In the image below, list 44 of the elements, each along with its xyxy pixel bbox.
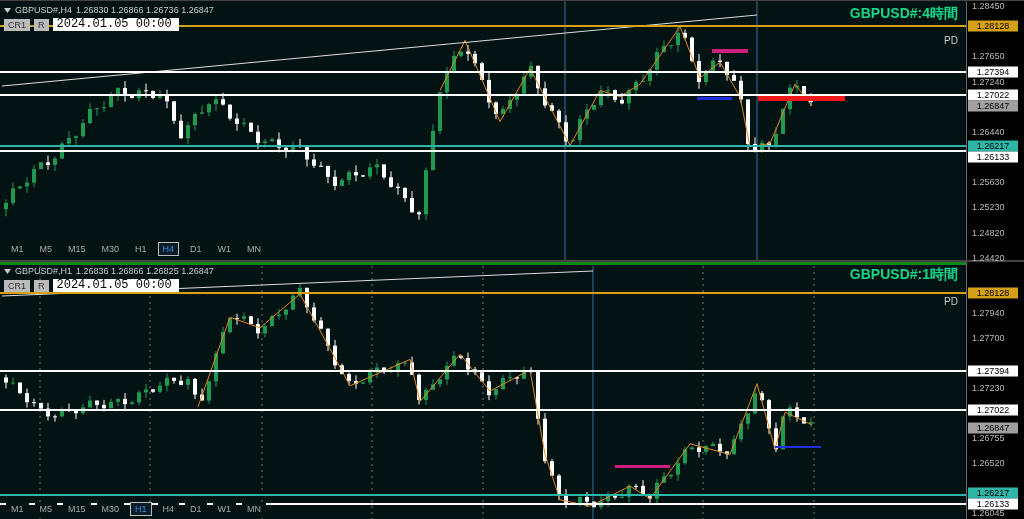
symbol-label: GBPUSD#,H1 — [15, 266, 73, 276]
timeframe-button[interactable]: M5 — [34, 502, 58, 516]
price-tag: 1.28128 — [968, 20, 1018, 32]
price-tick: 1.25630 — [972, 177, 1005, 188]
price-tag: 1.26133 — [968, 498, 1018, 510]
tool-button[interactable]: CR1 — [4, 18, 30, 31]
ohlc-values: 1.26836 1.26866 1.26825 1.26847 — [76, 266, 214, 276]
timeframe-button[interactable]: MN — [242, 502, 267, 516]
tool-button[interactable]: R — [34, 18, 49, 31]
price-tag: 1.26133 — [968, 151, 1018, 163]
price-tick: 1.27700 — [972, 333, 1005, 344]
price-tick: 1.26440 — [972, 126, 1005, 137]
tool-button[interactable]: CR1 — [4, 279, 30, 292]
price-tick: 1.27650 — [972, 51, 1005, 61]
price-tag: 1.26847 — [968, 422, 1018, 434]
price-tag: 1.27022 — [968, 404, 1018, 416]
price-tag: 1.27394 — [968, 66, 1018, 78]
price-tick: 1.27940 — [972, 308, 1005, 318]
price-tick: 1.26520 — [972, 457, 1005, 468]
price-tick: 1.27240 — [972, 76, 1005, 87]
indicator-label: PD — [944, 35, 958, 46]
date-field[interactable]: 2024.01.05 00:00 — [52, 279, 179, 292]
tool-button[interactable]: R — [34, 279, 49, 292]
price-tick: 1.25230 — [972, 202, 1005, 213]
symbol-label: GBPUSD#,H4 — [15, 5, 73, 15]
price-tag: 1.26847 — [968, 100, 1018, 112]
price-tick: 1.28450 — [972, 1, 1005, 11]
price-tick: 1.24420 — [972, 253, 1005, 263]
price-tick: 1.24820 — [972, 227, 1005, 238]
price-tick: 1.26045 — [972, 508, 1005, 518]
price-tag: 1.28128 — [968, 287, 1018, 299]
date-field[interactable]: 2024.01.05 00:00 — [52, 18, 179, 31]
chart-title: GBPUSD#:1時間 — [849, 266, 958, 282]
timeframe-button[interactable]: H1 — [130, 502, 152, 516]
price-tag: 1.27022 — [968, 89, 1018, 101]
price-tag: 1.27394 — [968, 365, 1018, 377]
timeframe-button[interactable]: H4 — [157, 242, 180, 256]
chart-title: GBPUSD#:4時間 — [849, 5, 958, 21]
price-tick: 1.27230 — [972, 382, 1005, 393]
price-tick: 1.26755 — [972, 433, 1005, 444]
price-tag: 1.26217 — [968, 487, 1018, 499]
indicator-label: PD — [944, 296, 958, 307]
ohlc-values: 1.26830 1.26866 1.26736 1.26847 — [76, 5, 214, 15]
price-tag: 1.26217 — [968, 140, 1018, 152]
